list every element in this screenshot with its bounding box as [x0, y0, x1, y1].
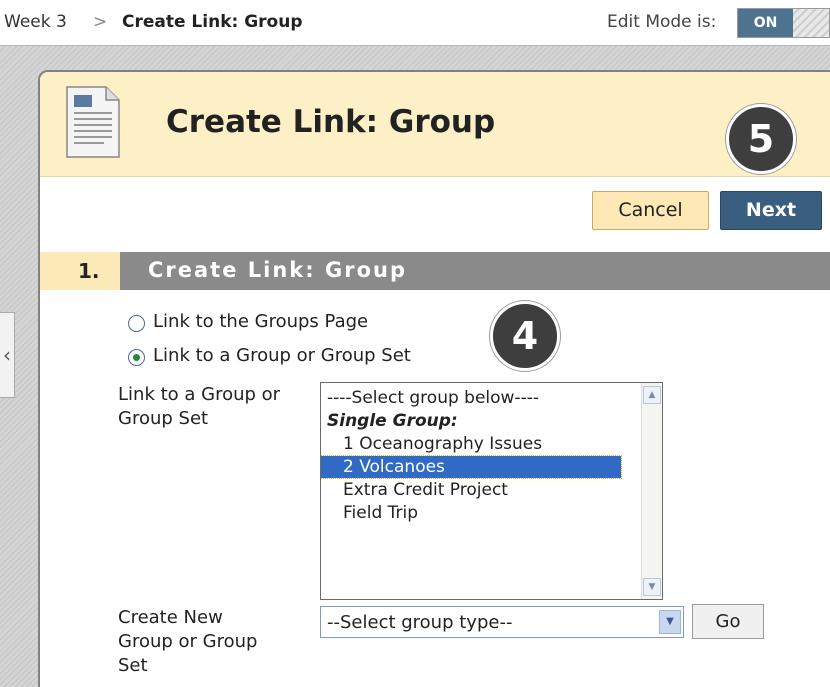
new-group-field-label: Create New Group or Group Set — [118, 606, 257, 678]
list-item[interactable]: Field Trip — [321, 502, 641, 524]
radio-label: Link to a Group or Group Set — [153, 345, 411, 366]
callout-step-4: 4 — [490, 301, 560, 371]
radio-button[interactable] — [128, 315, 145, 332]
group-field-label-line2: Group Set — [118, 408, 209, 429]
go-button[interactable]: Go — [692, 604, 764, 639]
edit-mode-toggle[interactable]: ON — [737, 8, 830, 38]
step-number-box: 1. — [40, 252, 120, 290]
new-group-label-line2: Group or Group — [118, 631, 258, 652]
list-item[interactable]: 1 Oceanography Issues — [321, 433, 641, 455]
group-type-select[interactable]: --Select group type-- ▼ — [320, 606, 684, 638]
document-icon — [66, 86, 120, 158]
page-title: Create Link: Group — [166, 104, 496, 140]
new-group-label-line1: Create New — [118, 607, 223, 628]
listbox-scrollbar[interactable]: ▲ ▼ — [641, 383, 662, 599]
page-header: Create Link: Group — [40, 72, 830, 177]
list-group-heading: Single Group: — [327, 411, 458, 431]
callout-step-5: 5 — [726, 104, 796, 174]
step-title: Create Link: Group — [148, 258, 407, 282]
group-field-label-line1: Link to a Group or — [118, 384, 281, 405]
chevron-down-icon[interactable]: ▼ — [659, 610, 681, 634]
breadcrumb-separator-icon: > — [93, 12, 108, 32]
scroll-down-icon[interactable]: ▼ — [643, 578, 661, 596]
group-field-label: Link to a Group or Group Set — [118, 383, 280, 431]
scroll-up-icon[interactable]: ▲ — [643, 386, 661, 404]
list-item[interactable]: Extra Credit Project — [321, 479, 641, 501]
radio-button-checked[interactable] — [128, 349, 145, 366]
edit-mode-label: Edit Mode is: — [607, 12, 717, 32]
new-group-label-line3: Set — [118, 655, 148, 676]
breadcrumb-week-link[interactable]: Week 3 — [4, 12, 67, 32]
radio-label: Link to the Groups Page — [153, 311, 369, 332]
content-panel: Create Link: Group Cancel Next 1. Create… — [38, 70, 830, 687]
chevron-left-icon: ‹ — [3, 343, 11, 367]
group-listbox[interactable]: ----Select group below---- Single Group:… — [320, 382, 663, 600]
breadcrumb-bar: Week 3 > Create Link: Group Edit Mode is… — [0, 0, 830, 46]
cancel-button[interactable]: Cancel — [592, 191, 709, 230]
edit-mode-state: ON — [738, 9, 793, 37]
next-button[interactable]: Next — [720, 191, 822, 230]
step-header: 1. Create Link: Group — [40, 252, 830, 290]
list-item[interactable]: ----Select group below---- — [321, 387, 641, 409]
sidebar-collapse-button[interactable]: ‹ — [0, 312, 15, 398]
step-number: 1. — [78, 259, 100, 283]
select-value: --Select group type-- — [327, 612, 513, 633]
breadcrumb-current: Create Link: Group — [122, 12, 303, 32]
list-item-selected[interactable]: 2 Volcanoes — [321, 455, 622, 479]
radio-selected-dot-icon — [133, 354, 140, 361]
